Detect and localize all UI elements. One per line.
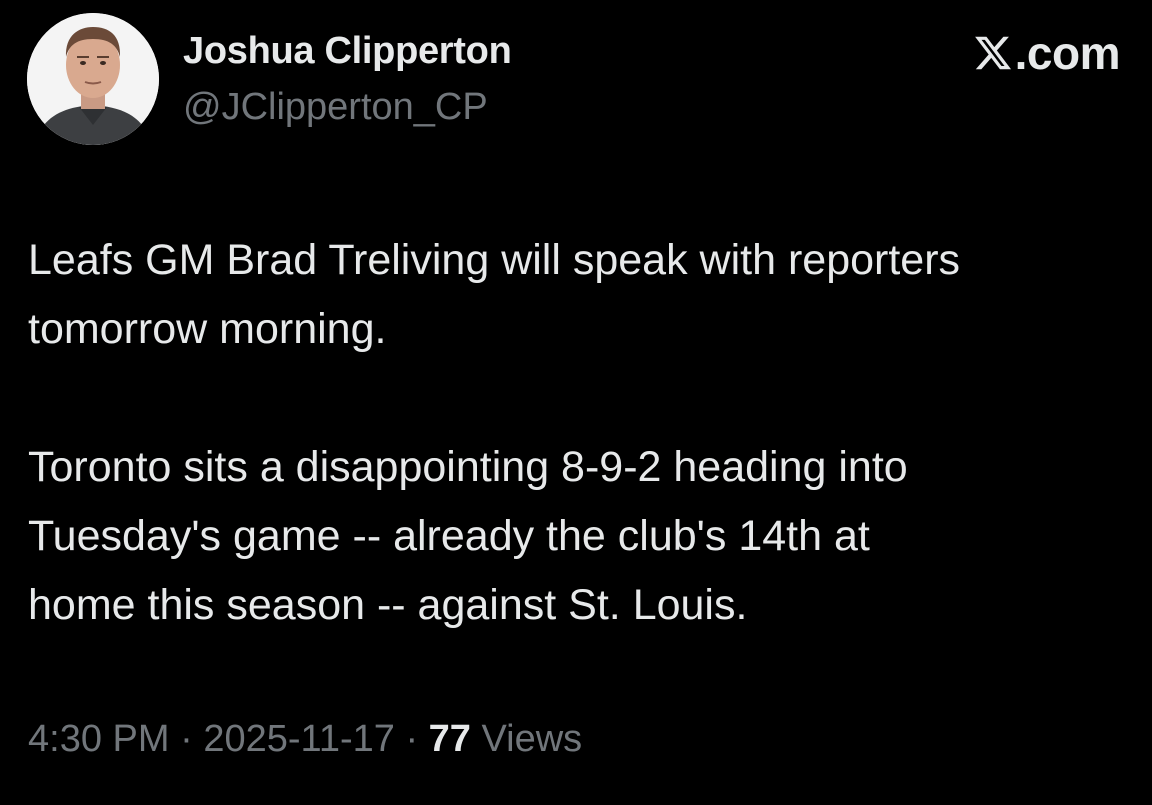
avatar-photo [27, 13, 159, 145]
x-logo-icon [974, 36, 1011, 70]
meta-separator: · [405, 718, 419, 760]
views-count[interactable]: 77 [429, 718, 471, 760]
author-display-name[interactable]: Joshua Clipperton [183, 30, 512, 73]
tweet-paragraph: Toronto sits a disappointing 8-9-2 headi… [28, 443, 908, 629]
tweet-card: Joshua Clipperton @JClipperton_CP .com L… [0, 0, 1152, 805]
tweet-text: Leafs GM Brad Treliving will speak with … [28, 226, 1138, 640]
views-label[interactable]: Views [482, 718, 583, 760]
avatar[interactable] [27, 13, 159, 145]
tweet-meta: 4:30 PM · 2025-11-17 · 77 Views [28, 718, 582, 761]
tweet-paragraph: Leafs GM Brad Treliving will speak with … [28, 236, 961, 353]
brand-watermark: .com [973, 27, 1121, 79]
author-handle[interactable]: @JClipperton_CP [183, 86, 488, 129]
tweet-time[interactable]: 4:30 PM [28, 718, 170, 760]
tweet-date[interactable]: 2025-11-17 [203, 718, 395, 760]
meta-separator: · [180, 718, 193, 760]
brand-suffix: .com [1014, 27, 1121, 79]
